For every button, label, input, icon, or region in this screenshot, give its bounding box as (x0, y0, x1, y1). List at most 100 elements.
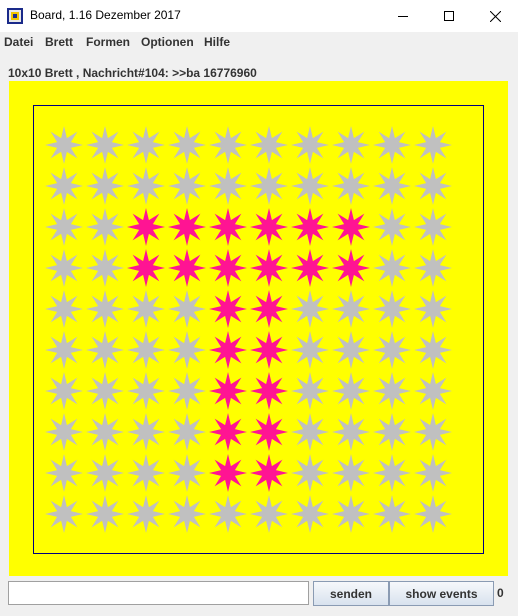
menu-hilfe[interactable]: Hilfe (204, 35, 230, 49)
board-cell-star[interactable] (45, 331, 83, 369)
board-cell-star[interactable] (86, 454, 124, 492)
board-cell-star[interactable] (291, 167, 329, 205)
board-cell-star[interactable] (168, 126, 206, 164)
board-cell-star[interactable] (86, 167, 124, 205)
board-cell-star[interactable] (414, 126, 452, 164)
board-cell-star[interactable] (127, 372, 165, 410)
board-cell-star[interactable] (250, 167, 288, 205)
board-cell-star[interactable] (291, 413, 329, 451)
board-cell-star[interactable] (168, 495, 206, 533)
board-cell-star[interactable] (373, 331, 411, 369)
board-cell-star[interactable] (86, 249, 124, 287)
board-cell-star[interactable] (291, 454, 329, 492)
board-cell-star[interactable] (45, 167, 83, 205)
board-cell-star[interactable] (168, 208, 206, 246)
board-cell-star[interactable] (414, 249, 452, 287)
board-cell-star[interactable] (168, 413, 206, 451)
board-cell-star[interactable] (45, 208, 83, 246)
board-cell-star[interactable] (86, 413, 124, 451)
board-cell-star[interactable] (291, 126, 329, 164)
board-cell-star[interactable] (291, 208, 329, 246)
board-cell-star[interactable] (291, 372, 329, 410)
board-cell-star[interactable] (209, 495, 247, 533)
board-cell-star[interactable] (291, 495, 329, 533)
menu-formen[interactable]: Formen (86, 35, 130, 49)
board-cell-star[interactable] (250, 413, 288, 451)
board-cell-star[interactable] (332, 208, 370, 246)
board-cell-star[interactable] (168, 331, 206, 369)
board-cell-star[interactable] (45, 290, 83, 328)
board-cell-star[interactable] (250, 454, 288, 492)
board-cell-star[interactable] (373, 249, 411, 287)
board-cell-star[interactable] (373, 413, 411, 451)
board-cell-star[interactable] (414, 290, 452, 328)
board-cell-star[interactable] (332, 413, 370, 451)
board-cell-star[interactable] (45, 372, 83, 410)
board-cell-star[interactable] (45, 495, 83, 533)
board-cell-star[interactable] (291, 249, 329, 287)
board-cell-star[interactable] (209, 126, 247, 164)
board-cell-star[interactable] (250, 290, 288, 328)
board-cell-star[interactable] (332, 454, 370, 492)
board-cell-star[interactable] (86, 331, 124, 369)
board-cell-star[interactable] (86, 372, 124, 410)
board-cell-star[interactable] (45, 413, 83, 451)
board-canvas[interactable] (9, 81, 508, 576)
board-cell-star[interactable] (332, 495, 370, 533)
board-cell-star[interactable] (373, 495, 411, 533)
board-grid[interactable] (9, 81, 508, 576)
board-cell-star[interactable] (373, 290, 411, 328)
board-cell-star[interactable] (332, 290, 370, 328)
board-cell-star[interactable] (414, 413, 452, 451)
board-cell-star[interactable] (373, 126, 411, 164)
board-cell-star[interactable] (414, 208, 452, 246)
board-cell-star[interactable] (168, 249, 206, 287)
board-cell-star[interactable] (209, 413, 247, 451)
board-cell-star[interactable] (414, 372, 452, 410)
board-cell-star[interactable] (209, 454, 247, 492)
board-cell-star[interactable] (209, 331, 247, 369)
minimize-button[interactable] (380, 0, 426, 32)
board-cell-star[interactable] (127, 126, 165, 164)
menu-brett[interactable]: Brett (45, 35, 73, 49)
board-cell-star[interactable] (86, 126, 124, 164)
maximize-button[interactable] (426, 0, 472, 32)
board-cell-star[interactable] (373, 167, 411, 205)
menu-optionen[interactable]: Optionen (141, 35, 194, 49)
menu-datei[interactable]: Datei (4, 35, 33, 49)
board-cell-star[interactable] (332, 372, 370, 410)
board-cell-star[interactable] (127, 290, 165, 328)
board-cell-star[interactable] (373, 372, 411, 410)
board-cell-star[interactable] (127, 249, 165, 287)
board-cell-star[interactable] (250, 126, 288, 164)
send-button[interactable]: senden (313, 581, 389, 606)
board-cell-star[interactable] (45, 249, 83, 287)
board-cell-star[interactable] (291, 331, 329, 369)
board-cell-star[interactable] (127, 208, 165, 246)
board-cell-star[interactable] (414, 331, 452, 369)
board-cell-star[interactable] (127, 454, 165, 492)
board-cell-star[interactable] (209, 290, 247, 328)
board-cell-star[interactable] (373, 454, 411, 492)
board-cell-star[interactable] (250, 372, 288, 410)
board-cell-star[interactable] (332, 167, 370, 205)
board-cell-star[interactable] (250, 331, 288, 369)
board-cell-star[interactable] (168, 290, 206, 328)
board-cell-star[interactable] (168, 372, 206, 410)
board-cell-star[interactable] (250, 249, 288, 287)
board-cell-star[interactable] (291, 290, 329, 328)
board-cell-star[interactable] (168, 167, 206, 205)
board-cell-star[interactable] (86, 290, 124, 328)
board-cell-star[interactable] (127, 331, 165, 369)
board-cell-star[interactable] (127, 167, 165, 205)
board-cell-star[interactable] (414, 495, 452, 533)
board-cell-star[interactable] (45, 454, 83, 492)
board-cell-star[interactable] (414, 167, 452, 205)
show-events-button[interactable]: show events (389, 581, 494, 606)
board-cell-star[interactable] (332, 126, 370, 164)
board-cell-star[interactable] (86, 495, 124, 533)
board-cell-star[interactable] (209, 249, 247, 287)
board-cell-star[interactable] (209, 372, 247, 410)
board-cell-star[interactable] (332, 331, 370, 369)
message-input[interactable] (8, 581, 309, 605)
